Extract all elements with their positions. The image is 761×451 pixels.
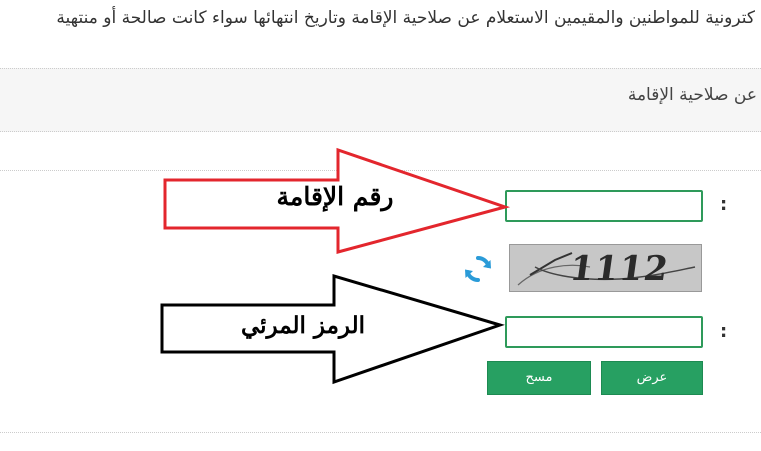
- captcha-arrow-label: الرمز المرئي: [240, 312, 366, 339]
- captcha-arrow: [160, 273, 505, 385]
- page: كترونية للمواطنين والمقيمين الاستعلام عن…: [0, 0, 761, 451]
